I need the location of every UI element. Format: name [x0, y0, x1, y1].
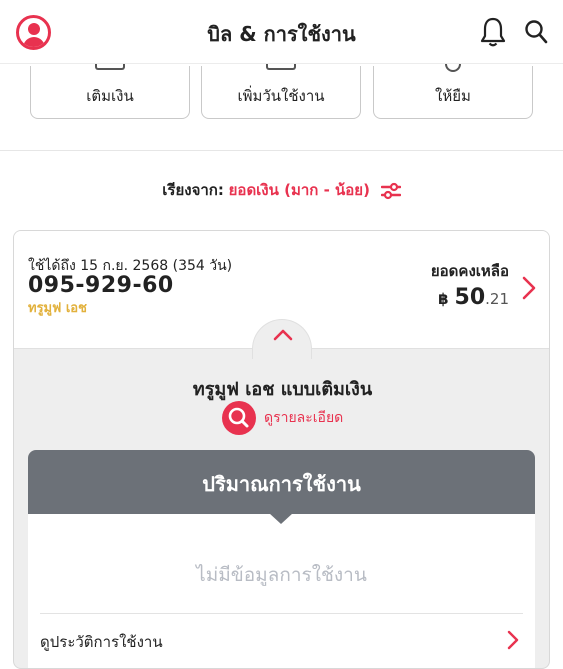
extend-days-button[interactable]: เพิ่มวันใช้งาน [201, 64, 361, 119]
sort-value[interactable]: ยอดเงิน (มาก - น้อย) [229, 181, 370, 199]
usage-history-link[interactable]: ดูประวัติการใช้งาน [40, 630, 163, 654]
usage-panel: ปริมาณการใช้งาน ไม่มีข้อมูลการใช้งาน ดูป… [28, 450, 535, 668]
balance-integer: 50 [454, 285, 486, 310]
balance-decimal: .21 [485, 290, 509, 308]
page-title: บิล & การใช้งาน [207, 22, 356, 46]
topup-label: เติมเงิน [86, 87, 134, 105]
chevron-up-icon [273, 329, 293, 341]
search-icon[interactable] [524, 19, 548, 45]
plan-name: ทรูมูฟ เอช แบบเติมเงิน [192, 379, 373, 400]
topup-button[interactable]: เติมเงิน [30, 64, 190, 119]
account-card: ใช้ได้ถึง 15 ก.ย. 2568 (354 วัน) 095-929… [13, 230, 550, 669]
extend-days-label: เพิ่มวันใช้งาน [237, 87, 325, 105]
section-divider [0, 150, 563, 151]
lend-icon [445, 64, 461, 72]
balance-label: ยอดคงเหลือ [430, 262, 509, 280]
history-divider [40, 613, 523, 614]
usage-title: ปริมาณการใช้งาน [28, 450, 535, 514]
app-header: บิล & การใช้งาน [0, 0, 563, 64]
lend-label: ให้ยืม [435, 87, 471, 105]
view-details-label: ดูรายละเอียด [264, 410, 344, 426]
bell-icon[interactable] [479, 16, 507, 48]
view-details-link[interactable]: ดูรายละเอียด [222, 401, 343, 435]
currency-symbol: ฿ [438, 290, 449, 308]
sort-control[interactable]: เรียงจาก: ยอดเงิน (มาก - น้อย) [0, 178, 563, 202]
sort-filter-icon[interactable] [380, 182, 401, 200]
topup-icon [95, 64, 125, 70]
profile-avatar-icon[interactable] [16, 15, 51, 50]
plan-brand: ทรูมูฟ เอช [28, 301, 87, 316]
usage-notch [269, 513, 293, 524]
balance-amount: ฿ 50.21 [438, 285, 509, 310]
calendar-icon [266, 64, 296, 70]
chevron-right-icon[interactable] [507, 630, 519, 650]
magnifier-icon [222, 401, 256, 435]
usage-empty-text: ไม่มีข้อมูลการใช้งาน [196, 564, 367, 586]
chevron-right-icon[interactable] [521, 275, 537, 301]
sort-label: เรียงจาก: [162, 181, 224, 199]
phone-number: 095-929-60 [28, 273, 174, 298]
lend-button[interactable]: ให้ยืม [373, 64, 533, 119]
